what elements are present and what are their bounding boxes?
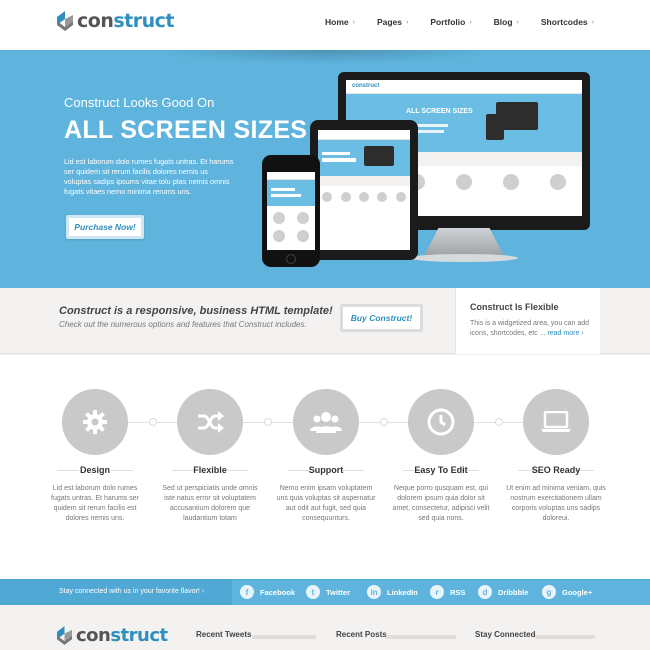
chevron-right-icon: › <box>591 18 594 26</box>
chevron-right-icon: › <box>352 18 355 26</box>
footer-heading-stay-connected: Stay Connected <box>475 630 536 639</box>
twitter-icon: t <box>306 585 320 599</box>
connector-dot <box>380 418 388 426</box>
social-tagline: Stay connected with us in your favorite … <box>59 588 205 595</box>
feature-circle-seo-ready[interactable] <box>523 389 589 455</box>
feature-title-design: Design <box>79 465 110 475</box>
rss-link[interactable]: r RSS <box>430 585 465 599</box>
flexible-widget: Construct Is Flexible This is a widgetiz… <box>455 288 600 354</box>
connector-dot <box>149 418 157 426</box>
features-section: Design Lid est laborum dolo rumes fugats… <box>0 355 650 579</box>
chevron-right-icon: › <box>516 18 519 26</box>
logo-mark-icon <box>57 11 73 31</box>
site-footer: construct Recent Tweets Recent Posts Sta… <box>0 605 650 650</box>
linkedin-icon: in <box>367 585 381 599</box>
connector-dot <box>264 418 272 426</box>
clock-icon <box>427 408 455 436</box>
feature-text-easy-to-edit: Neque porro qusquam est, qui dolorem ips… <box>392 485 490 522</box>
footer-heading-recent-tweets: Recent Tweets <box>196 630 252 639</box>
widget-title: Construct Is Flexible <box>470 302 559 312</box>
feature-title-easy-to-edit: Easy To Edit <box>414 465 468 475</box>
feature-text-flexible: Sed ut perspiciatis unde omnis iste natu… <box>162 485 258 522</box>
chevron-right-icon: › <box>469 18 472 26</box>
hero-subtitle: Construct Looks Good On <box>64 95 215 110</box>
feature-text-support: Nemo enim ipsam voluptatem uns quia volu… <box>276 485 376 522</box>
logo-mark-icon <box>57 626 72 645</box>
connector-dot <box>495 418 503 426</box>
site-logo[interactable]: construct <box>57 10 174 32</box>
feature-circle-support[interactable] <box>293 389 359 455</box>
feature-title-flexible: Flexible <box>193 465 227 475</box>
feature-circle-easy-to-edit[interactable] <box>408 389 474 455</box>
footer-logo-text: construct <box>76 625 168 646</box>
rss-icon: r <box>430 585 444 599</box>
phone-image <box>262 155 320 267</box>
dribbble-icon: d <box>478 585 492 599</box>
logo-text: construct <box>77 10 174 32</box>
main-nav: Home › Pages › Portfolio › Blog › Shortcodes… <box>303 17 594 27</box>
purchase-now-button[interactable]: Purchase Now! <box>66 215 144 239</box>
feature-title-support: Support <box>308 465 344 475</box>
hero-text: Lid est laborum dolo rumes fugats untras… <box>64 157 234 196</box>
facebook-link[interactable]: f Facebook <box>240 585 295 599</box>
nav-item-blog[interactable]: Blog › <box>494 17 519 27</box>
feature-circle-flexible[interactable] <box>177 389 243 455</box>
buy-construct-button[interactable]: Buy Construct! <box>340 304 423 332</box>
site-header: construct Home › Pages › Portfolio › Blog › … <box>0 0 650 50</box>
facebook-icon: f <box>240 585 254 599</box>
feature-text-seo-ready: Ut enim ad minima veniam, quis nostrum e… <box>506 485 606 522</box>
feature-circle-design[interactable] <box>62 389 128 455</box>
shuffle-icon <box>198 411 224 433</box>
footer-heading-recent-posts: Recent Posts <box>336 630 387 639</box>
dribbble-link[interactable]: d Dribbble <box>478 585 528 599</box>
hero-title: ALL SCREEN SIZES <box>64 116 308 144</box>
google-plus-icon: g <box>542 585 556 599</box>
tablet-image <box>310 120 418 260</box>
hero-section: Construct Looks Good On ALL SCREEN SIZES… <box>0 50 650 288</box>
chevron-right-icon: › <box>406 18 409 26</box>
feature-title-seo-ready: SEO Ready <box>531 465 581 475</box>
laptop-icon <box>541 411 571 432</box>
nav-item-shortcodes[interactable]: Shortcodes › <box>541 17 594 27</box>
social-bar: Stay connected with us in your favorite … <box>0 579 650 605</box>
nav-item-portfolio[interactable]: Portfolio › <box>430 17 471 27</box>
gear-icon <box>83 410 107 434</box>
footer-logo[interactable]: construct <box>57 625 168 646</box>
cta-title: Construct is a responsive, business HTML… <box>59 305 333 317</box>
nav-item-home[interactable]: Home › <box>325 17 355 27</box>
cta-subtitle: Check out the numerous options and featu… <box>59 320 307 329</box>
nav-item-pages[interactable]: Pages › <box>377 17 408 27</box>
linkedin-link[interactable]: in LinkedIn <box>367 585 418 599</box>
read-more-link[interactable]: read more › <box>547 330 583 337</box>
twitter-link[interactable]: t Twitter <box>306 585 350 599</box>
feature-text-design: Lid est laborum dolo rumes fugats untras… <box>51 485 139 522</box>
google-plus-link[interactable]: g Google+ <box>542 585 592 599</box>
page: construct Home › Pages › Portfolio › Blog › … <box>0 0 650 650</box>
widget-text: This is a widgetized area, you can add i… <box>470 320 590 337</box>
users-icon <box>310 412 342 433</box>
